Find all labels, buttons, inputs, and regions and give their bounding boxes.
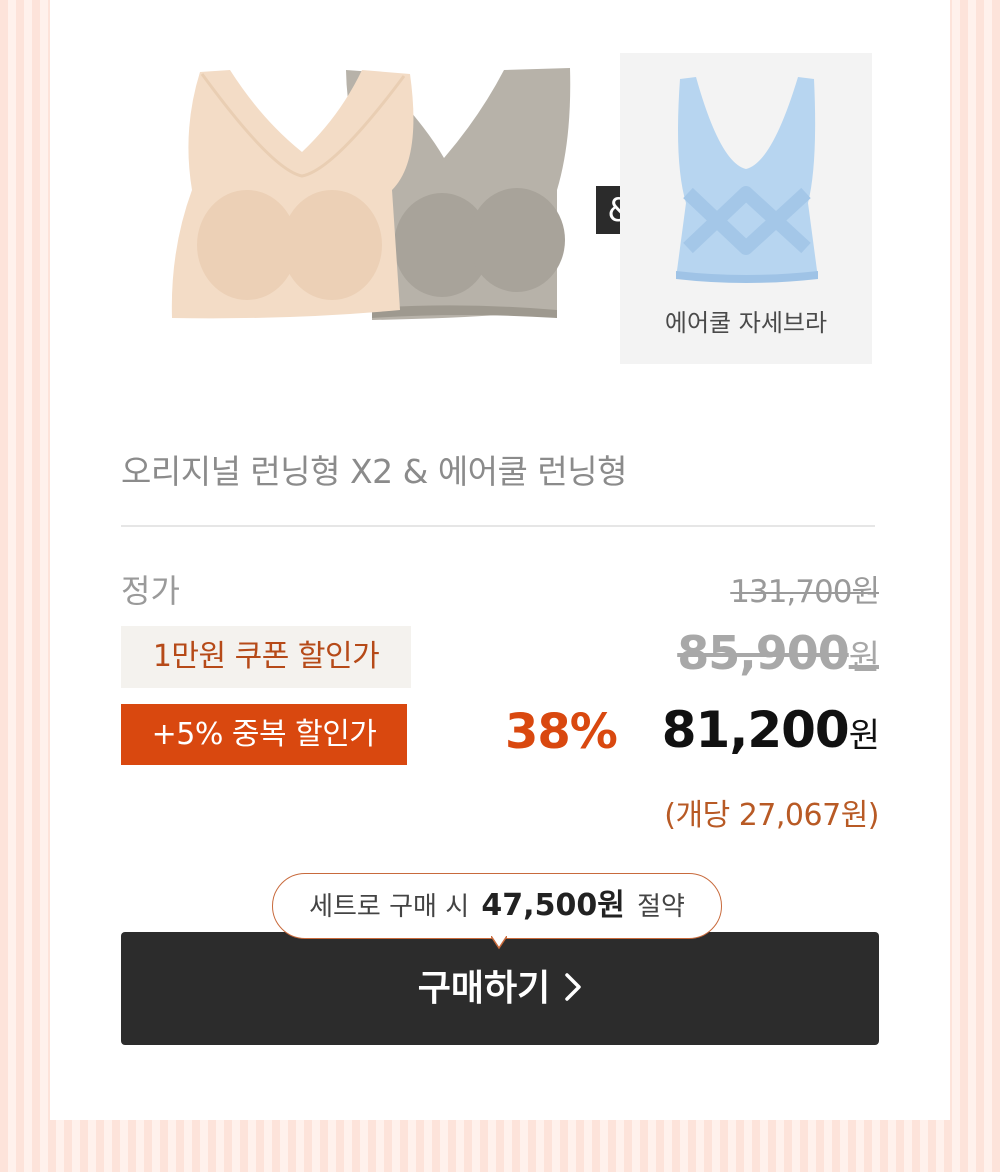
final-price-amount: 81,200 [661, 701, 850, 759]
chevron-right-icon [565, 973, 581, 1001]
final-price-value: 81,200원 [661, 701, 880, 759]
savings-prefix: 세트로 구매 시 [309, 892, 470, 922]
divider [121, 525, 875, 527]
currency-unit: 원 [851, 574, 880, 610]
per-unit-price: (개당 27,067원) [664, 798, 879, 833]
aircool-posture-bra-image [676, 77, 818, 283]
set-name: 오리지널 런닝형 X2 & 에어쿨 런닝형 [121, 452, 627, 491]
extra-discount-label: +5% 중복 할인가 [121, 704, 407, 765]
buy-button-label: 구매하기 [417, 968, 551, 1009]
bubble-tail-icon [491, 936, 507, 950]
coupon-price-value: 85,900원 [677, 626, 880, 680]
savings-suffix: 절약 [637, 892, 685, 922]
product-card: & 에어쿨 자세브라 오리지널 런닝형 X2 & 에어쿨 런닝형 정가 131,… [50, 0, 950, 1120]
coupon-price-label: 1만원 쿠폰 할인가 [121, 626, 411, 688]
savings-amount: 47,500원 [481, 888, 625, 923]
regular-price-amount: 131,700 [730, 574, 852, 610]
regular-price-value: 131,700원 [730, 566, 880, 611]
original-running-bra-set-image [171, 68, 571, 320]
currency-unit: 원 [848, 716, 880, 756]
regular-price-label: 정가 [121, 572, 180, 610]
addon-label: 에어쿨 자세브라 [664, 309, 828, 337]
discount-rate: 38% [505, 704, 618, 760]
currency-unit: 원 [848, 638, 880, 678]
coupon-price-amount: 85,900 [677, 626, 850, 680]
savings-bubble: 세트로 구매 시 47,500원 절약 [272, 873, 722, 939]
addon-product-box: 에어쿨 자세브라 [620, 53, 872, 364]
